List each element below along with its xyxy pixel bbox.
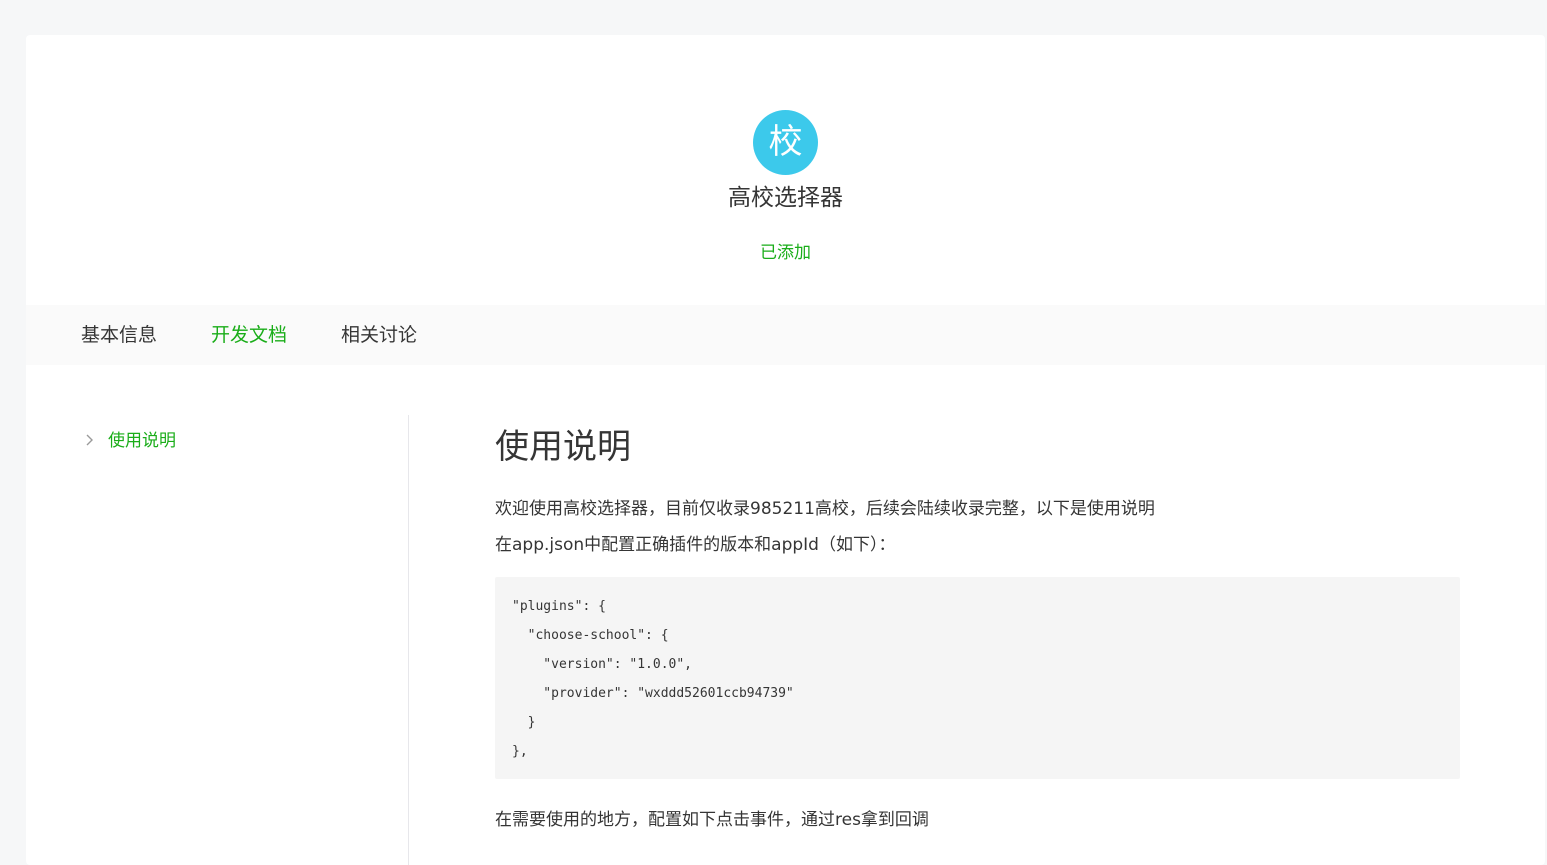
code-line: "version": "1.0.0", — [512, 657, 693, 672]
doc-paragraph: 欢迎使用高校选择器，目前仅收录985211高校，后续会陆续收录完整，以下是使用说… — [495, 499, 1155, 519]
code-line: "choose-school": { — [512, 628, 669, 643]
tab-bar: 基本信息 开发文档 相关讨论 — [26, 305, 1545, 365]
doc-sidebar: 使用说明 — [26, 415, 409, 865]
added-status: 已添加 — [760, 243, 811, 263]
plugin-header: 校 高校选择器 已添加 — [26, 35, 1545, 305]
tab-dev-docs[interactable]: 开发文档 — [211, 305, 287, 365]
doc-title: 使用说明 — [495, 427, 631, 467]
plugin-logo: 校 — [753, 110, 818, 175]
code-line: }, — [512, 744, 528, 759]
code-line: "provider": "wxddd52601ccb94739" — [512, 686, 794, 701]
chevron-right-icon — [84, 430, 100, 454]
code-line: } — [512, 715, 536, 730]
tab-discussion[interactable]: 相关讨论 — [341, 305, 417, 365]
plugin-detail-card: 校 高校选择器 已添加 基本信息 开发文档 相关讨论 使用说明 使用说明 欢迎使… — [26, 35, 1545, 865]
doc-nav-item-label: 使用说明 — [108, 431, 176, 451]
doc-paragraph: 在app.json中配置正确插件的版本和appId（如下）： — [495, 535, 896, 555]
tab-basic-info[interactable]: 基本信息 — [81, 305, 157, 365]
code-block: "plugins": { "choose-school": { "version… — [495, 577, 1460, 779]
doc-nav-item-usage[interactable]: 使用说明 — [84, 429, 176, 453]
plugin-name: 高校选择器 — [728, 185, 843, 211]
doc-paragraph: 在需要使用的地方，配置如下点击事件，通过res拿到回调 — [495, 810, 929, 830]
code-line: "plugins": { — [512, 599, 606, 614]
